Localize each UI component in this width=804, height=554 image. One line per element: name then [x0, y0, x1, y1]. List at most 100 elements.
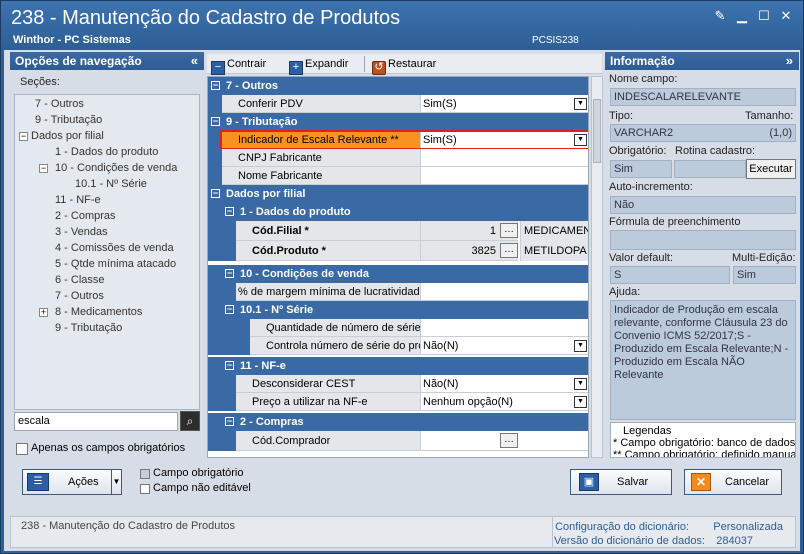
category-row[interactable]: − 9 - Tributação: [208, 113, 588, 131]
readonly-legend-label: Campo não editável: [153, 482, 251, 494]
tree-item[interactable]: 11 - NF-e: [55, 193, 101, 208]
dropdown-arrow-icon[interactable]: ▼: [111, 470, 121, 494]
list-icon: ☰: [27, 473, 49, 491]
category-row[interactable]: − 10 - Condições de venda: [208, 265, 588, 283]
value-text: Não(N): [423, 378, 459, 390]
dropdown-arrow-icon[interactable]: ▼: [574, 396, 587, 408]
collapse-category-icon[interactable]: −: [225, 305, 234, 314]
category-row[interactable]: − 2 - Compras: [208, 413, 588, 431]
routine-value: [674, 160, 746, 178]
navigation-header: Opções de navegação «: [10, 52, 204, 70]
property-value[interactable]: [420, 167, 588, 185]
tree-item[interactable]: 10 - Condições de venda: [55, 161, 177, 176]
collapse-panel-icon[interactable]: «: [191, 52, 198, 70]
restore-button[interactable]: ↺ Restaurar: [372, 56, 436, 75]
minimize-button[interactable]: ▁: [735, 9, 749, 23]
required-legend-label: Campo obrigatório: [153, 467, 244, 479]
category-row[interactable]: − Dados por filial: [208, 185, 588, 203]
property-row[interactable]: Cód.Comprador …: [208, 431, 588, 451]
property-value[interactable]: [420, 319, 588, 337]
dictionary-version-label: Versão do dicionário de dados:: [553, 535, 705, 547]
collapse-category-icon[interactable]: −: [225, 269, 234, 278]
lookup-description: METILDOPA 5: [520, 241, 588, 261]
tree-item[interactable]: 9 - Tributação: [35, 113, 102, 128]
search-input[interactable]: escala: [14, 412, 178, 431]
expand-panel-icon[interactable]: »: [786, 52, 793, 70]
property-row[interactable]: Quantidade de número de série: [208, 319, 588, 337]
dropdown-arrow-icon[interactable]: ▼: [574, 340, 587, 352]
tree-item[interactable]: 9 - Tributação: [55, 321, 122, 336]
lookup-button[interactable]: …: [500, 243, 518, 258]
tree-item[interactable]: 1 - Dados do produto: [55, 145, 158, 160]
window-controls: ✎ ▁ ☐ ✕: [713, 9, 793, 23]
collapse-tree-icon[interactable]: −: [19, 132, 28, 141]
legend-title: Legendas: [621, 425, 674, 437]
field-name-value: INDESCALARELEVANTE: [610, 88, 796, 106]
tree-item[interactable]: 3 - Vendas: [55, 225, 108, 240]
expand-button[interactable]: + Expandir: [289, 56, 348, 75]
scrollbar-thumb[interactable]: [593, 99, 601, 163]
property-row[interactable]: Conferir PDV Sim(S) ▼: [208, 95, 588, 113]
property-value[interactable]: Sim(S) ▼: [420, 95, 588, 113]
row-indent: [208, 167, 222, 185]
only-required-checkbox[interactable]: [16, 443, 28, 455]
actions-button[interactable]: ☰ Ações ▼: [22, 469, 122, 495]
property-row[interactable]: Preço a utilizar na NF-e Nenhum opção(N)…: [208, 393, 588, 411]
tree-item[interactable]: 8 - Medicamentos: [55, 305, 142, 320]
tree-item[interactable]: 7 - Outros: [55, 289, 104, 304]
formula-label: Fórmula de preenchimento: [609, 216, 741, 228]
property-value[interactable]: Nenhum opção(N) ▼: [420, 393, 588, 411]
save-button[interactable]: ▣ Salvar: [570, 469, 672, 495]
property-row[interactable]: Cód.Filial * 1 … MEDICAMENT: [208, 221, 588, 241]
property-value[interactable]: Não(N) ▼: [420, 337, 588, 355]
category-row[interactable]: − 11 - NF-e: [208, 357, 588, 375]
legend-line: ** Campo obrigatório: definido manual: [613, 449, 796, 458]
property-row[interactable]: Controla número de série do produto Não(…: [208, 337, 588, 355]
property-row[interactable]: Desconsiderar CEST Não(N) ▼: [208, 375, 588, 393]
category-row[interactable]: − 7 - Outros: [208, 77, 588, 95]
property-value[interactable]: [420, 149, 588, 167]
tree-item[interactable]: 2 - Compras: [55, 209, 116, 224]
tree-item[interactable]: 10.1 - Nº Série: [75, 177, 147, 192]
category-row[interactable]: − 1 - Dados do produto: [208, 203, 588, 221]
search-icon[interactable]: ⌕: [180, 411, 200, 431]
maximize-button[interactable]: ☐: [757, 9, 771, 23]
lookup-button[interactable]: …: [500, 223, 518, 238]
dropdown-arrow-icon[interactable]: ▼: [574, 98, 587, 110]
cancel-button[interactable]: ✕ Cancelar: [684, 469, 782, 495]
collapse-category-icon[interactable]: −: [225, 361, 234, 370]
edit-icon[interactable]: ✎: [713, 9, 727, 23]
tree-item[interactable]: 6 - Classe: [55, 273, 105, 288]
category-row[interactable]: − 10.1 - Nº Série: [208, 301, 588, 319]
dropdown-arrow-icon[interactable]: ▼: [574, 378, 587, 390]
property-value[interactable]: [420, 283, 588, 301]
property-row[interactable]: % de margem mínima de lucratividade: [208, 283, 588, 301]
readonly-legend-swatch: [140, 484, 150, 494]
collapse-button[interactable]: − Contrair: [211, 56, 266, 75]
collapse-category-icon[interactable]: −: [211, 81, 220, 90]
multiedit-value: Sim: [733, 266, 796, 284]
lookup-button[interactable]: …: [500, 433, 518, 448]
value-text: Sim(S): [423, 98, 457, 110]
tree-item[interactable]: 5 - Qtde mínima atacado: [55, 257, 176, 272]
expand-tree-icon[interactable]: +: [39, 308, 48, 317]
collapse-category-icon[interactable]: −: [225, 207, 234, 216]
property-row[interactable]: Nome Fabricante: [208, 167, 588, 185]
tree-item[interactable]: Dados por filial: [31, 129, 104, 144]
property-row[interactable]: CNPJ Fabricante: [208, 149, 588, 167]
collapse-category-icon[interactable]: −: [211, 117, 220, 126]
category-label: 7 - Outros: [226, 80, 278, 92]
category-label: 11 - NF-e: [240, 360, 286, 372]
grid-scrollbar[interactable]: [591, 76, 603, 458]
tree-item[interactable]: 7 - Outros: [35, 97, 84, 112]
property-row[interactable]: Cód.Produto * 3825 … METILDOPA 5: [208, 241, 588, 261]
collapse-category-icon[interactable]: −: [225, 417, 234, 426]
property-row-selected[interactable]: Indicador de Escala Relevante ** Sim(S) ▼: [208, 130, 588, 150]
property-value[interactable]: Não(N) ▼: [420, 375, 588, 393]
close-button[interactable]: ✕: [779, 9, 793, 23]
collapse-tree-icon[interactable]: −: [39, 164, 48, 173]
collapse-category-icon[interactable]: −: [211, 189, 220, 198]
execute-button[interactable]: Executar: [746, 159, 796, 179]
row-indent: [208, 431, 236, 451]
tree-item[interactable]: 4 - Comissões de venda: [55, 241, 174, 256]
